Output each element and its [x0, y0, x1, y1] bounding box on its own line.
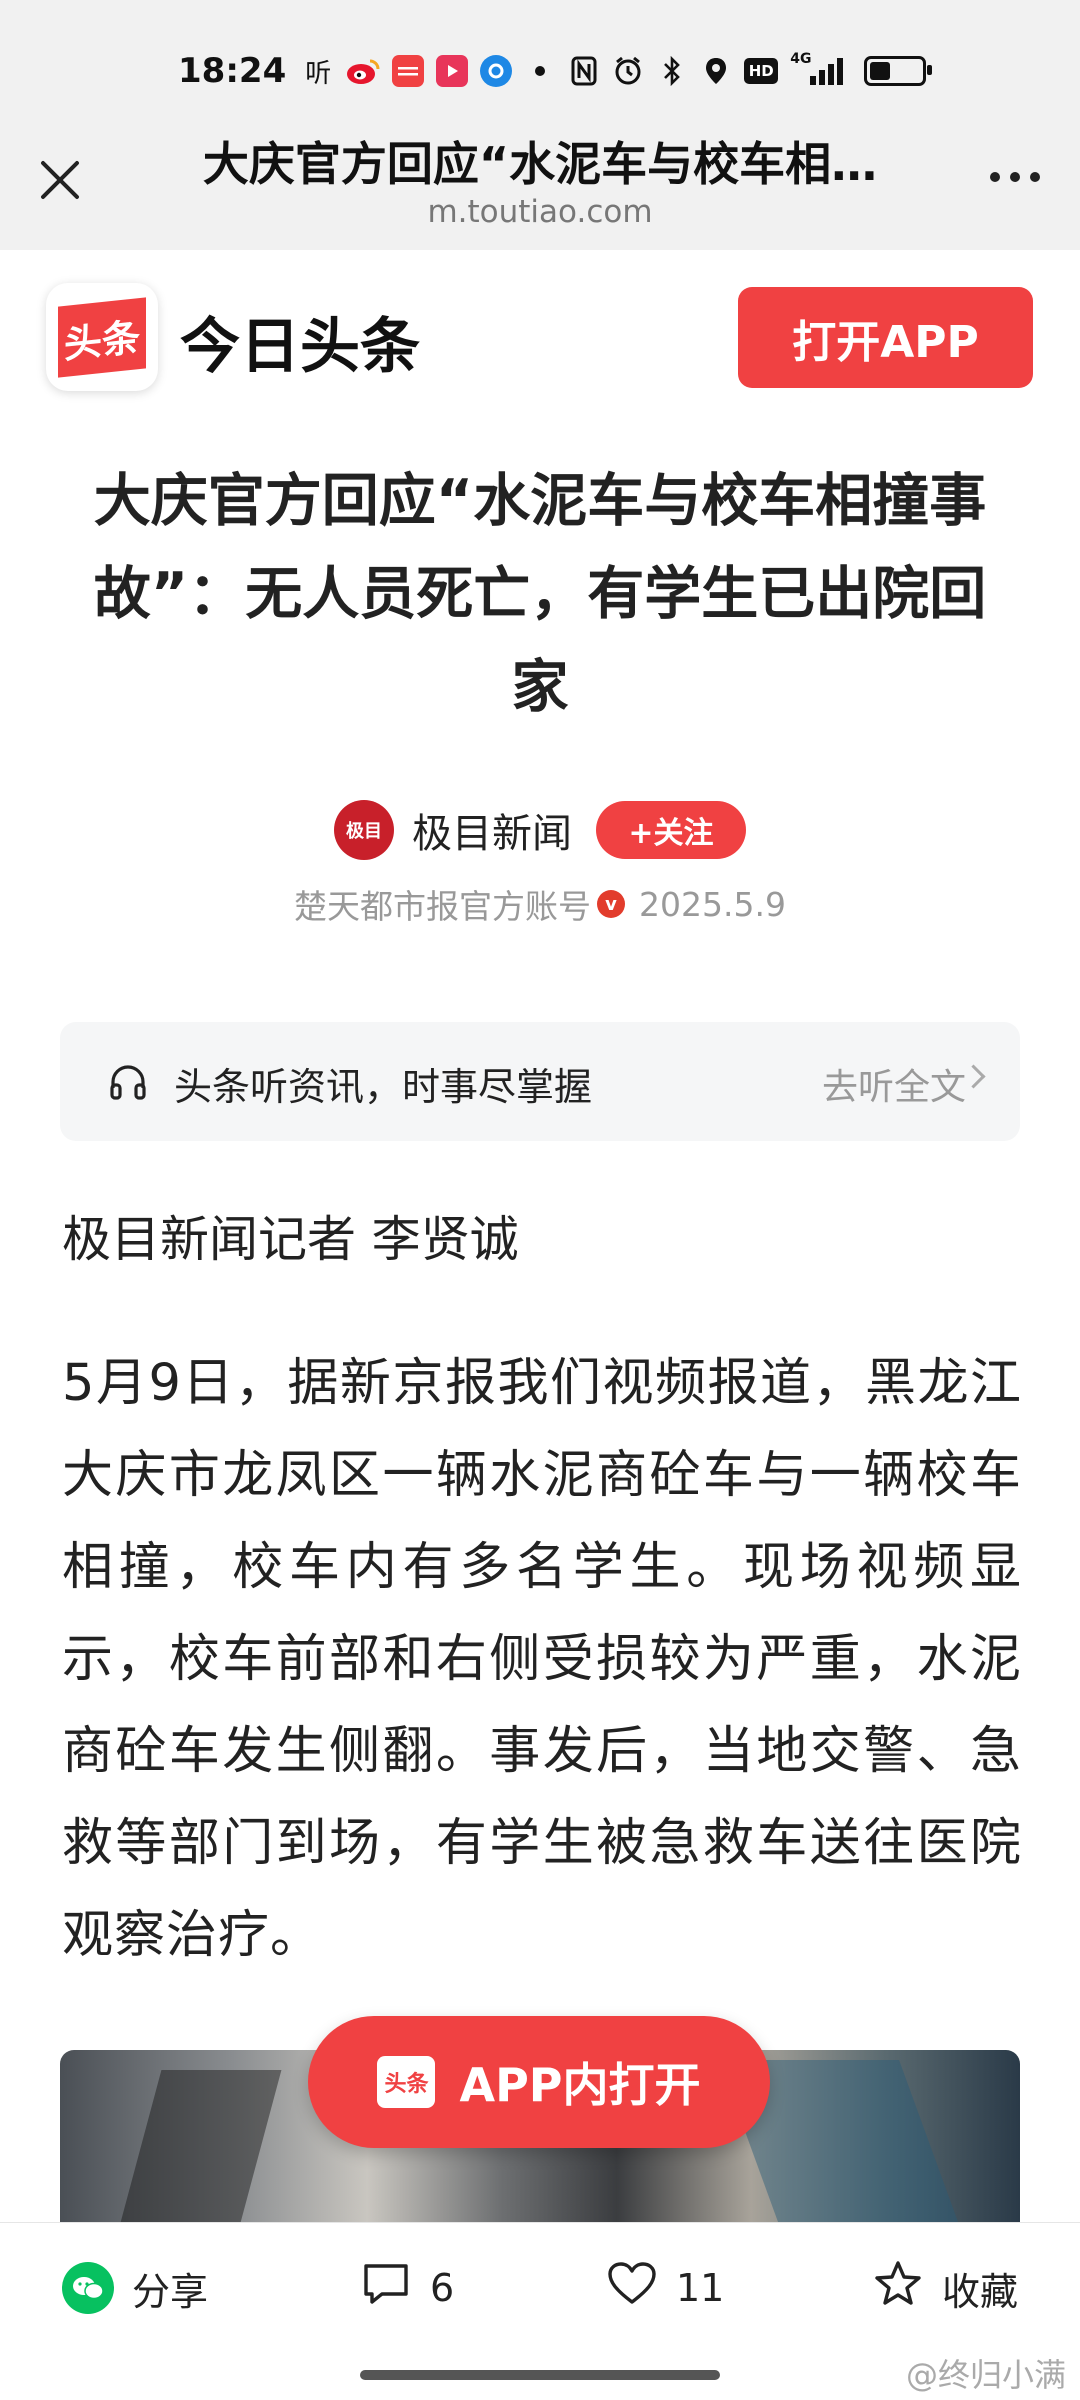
article-meta: 楚天都市报官方账号 v 2025.5.9 — [0, 880, 1080, 928]
publish-date: 2025.5.9 — [639, 884, 786, 924]
toutiao-small-icon: 头条 — [377, 2056, 436, 2108]
dot-icon — [524, 55, 556, 87]
page-url: m.toutiao.com — [427, 194, 653, 230]
logo-mark: 头条 — [57, 296, 146, 378]
nfc-icon — [568, 55, 600, 87]
star-icon — [872, 2259, 924, 2318]
follow-button[interactable]: +关注 — [596, 801, 746, 859]
wechat-icon — [62, 2262, 114, 2314]
weibo-icon — [346, 55, 380, 87]
toutiao-logo[interactable]: 头条 — [46, 283, 158, 391]
toutiao-icon — [392, 55, 425, 87]
comment-button[interactable]: 6 — [360, 2223, 454, 2353]
author-name[interactable]: 极目新闻 — [412, 801, 572, 859]
action-bar: 分享 6 11 收藏 — [0, 2222, 1080, 2353]
browser-chrome: 18:24 听 HD 4G 大庆官方回应“水泥车与校车相… m.toutiao.… — [0, 0, 1080, 250]
author-avatar[interactable]: 极目 — [334, 800, 394, 860]
brand-name: 今日头条 — [180, 312, 420, 382]
comment-count: 6 — [430, 2266, 455, 2310]
alarm-icon — [612, 55, 644, 87]
signal-4g-label: 4G — [790, 51, 812, 67]
listen-full-link[interactable]: 去听全文 — [822, 1058, 966, 1110]
favorite-button[interactable]: 收藏 — [872, 2223, 1018, 2353]
open-app-button[interactable]: 打开APP — [738, 287, 1033, 388]
video-app-icon — [436, 55, 469, 87]
open-in-app-label: APP内打开 — [459, 2058, 701, 2112]
close-icon[interactable] — [30, 150, 90, 210]
like-count: 11 — [676, 2266, 725, 2310]
article-paragraph: 5月9日，据新京报我们视频报道，黑龙江大庆市龙凤区一辆水泥商砼车与一辆校车相撞，… — [62, 1354, 1022, 1965]
page-title: 大庆官方回应“水泥车与校车相… — [202, 137, 878, 191]
browser-app-icon — [480, 55, 513, 87]
hd-icon: HD — [744, 58, 779, 84]
home-gesture-handle[interactable] — [360, 2370, 720, 2380]
favorite-label: 收藏 — [942, 2269, 1019, 2314]
account-label: 楚天都市报官方账号 — [294, 887, 592, 926]
like-button[interactable]: 11 — [606, 2223, 724, 2353]
listen-bar[interactable]: 头条听资讯，时事尽掌握 去听全文 — [60, 1022, 1020, 1141]
share-label: 分享 — [132, 2269, 209, 2314]
heart-icon — [606, 2260, 658, 2317]
share-button[interactable]: 分享 — [62, 2223, 208, 2353]
location-icon — [700, 55, 732, 87]
status-time: 18:24 — [178, 51, 287, 91]
battery-level — [870, 62, 891, 80]
listen-icon: 听 — [305, 58, 332, 89]
bluetooth-icon — [656, 55, 688, 87]
comment-icon — [360, 2260, 412, 2317]
listen-text: 头条听资讯，时事尽掌握 — [174, 1065, 593, 1109]
open-in-app-button[interactable]: 头条 APP内打开 — [308, 2016, 770, 2148]
headphones-icon — [108, 1062, 148, 1102]
watermark: @终归小满 — [905, 2356, 1066, 2394]
status-icons: 听 HD 4G — [302, 51, 933, 89]
article-byline: 极目新闻记者 李贤诚 — [62, 1211, 519, 1268]
author-row: 极目 极目新闻 +关注 — [0, 800, 1080, 860]
verified-icon: v — [597, 890, 626, 918]
article-title: 大庆官方回应“水泥车与校车相撞事故”：无人员死亡，有学生已出院回家 — [93, 468, 987, 720]
battery-icon — [864, 56, 933, 86]
more-options-icon[interactable] — [990, 172, 1040, 182]
status-bar: 18:24 听 HD 4G — [178, 46, 1010, 96]
signal-4g-icon: 4G — [790, 51, 846, 87]
